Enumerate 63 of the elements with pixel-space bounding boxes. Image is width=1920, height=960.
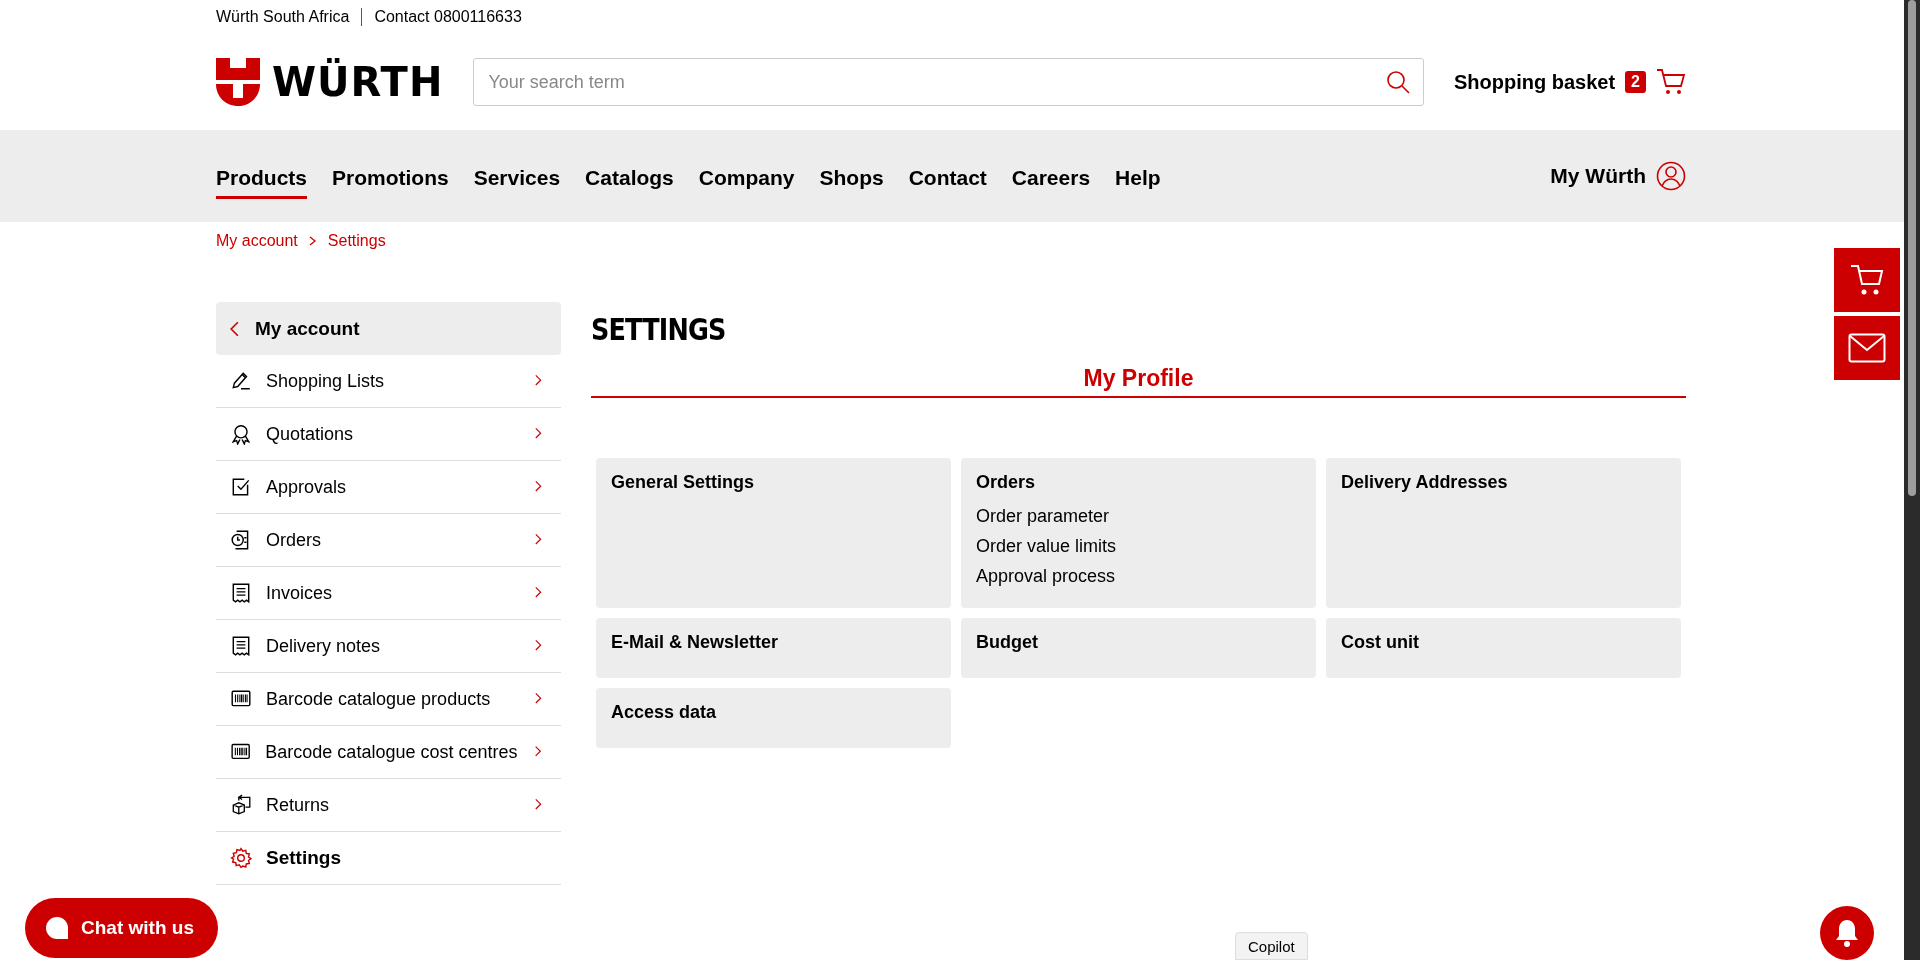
nav-tab[interactable]: Help [1115,159,1161,199]
copilot-tab[interactable]: Copilot [1235,932,1308,960]
breadcrumb-link[interactable]: Settings [327,232,386,250]
search-icon[interactable] [1385,70,1410,94]
pencil-icon [230,370,252,392]
card-link[interactable]: Order value limits [976,531,1301,561]
chevron-left-icon[interactable] [230,320,239,337]
card-title[interactable]: Access data [611,702,936,723]
sidebar-item[interactable]: Barcode catalogue products [216,673,561,726]
my-account-link[interactable]: My Würth [1550,164,1646,188]
receipt-icon [230,582,252,604]
nav-tab[interactable]: Services [473,159,561,199]
sidebar-item[interactable]: Invoices [216,567,561,620]
sidebar-item[interactable]: Orders [216,514,561,567]
sidebar-item[interactable]: Barcode catalogue cost centres [216,726,561,779]
nav-tab[interactable]: Promotions [332,159,449,199]
cart-icon [1849,263,1885,297]
nav-tab[interactable]: Contact [908,159,987,199]
rosette-icon [230,423,252,445]
sidebar-item[interactable]: Approvals [216,461,561,514]
card-title[interactable]: Budget [976,632,1301,653]
floating-mail-button[interactable] [1834,316,1900,380]
basket-count-badge: 2 [1625,71,1646,93]
nav-tab[interactable]: Company [698,159,795,199]
floating-cart-button[interactable] [1834,248,1900,312]
page-title: SETTINGS [591,312,727,347]
sidebar-item[interactable]: Delivery notes [216,620,561,673]
sidebar-item[interactable]: Returns [216,779,561,832]
receipt-icon [230,635,252,657]
bell-icon [1833,918,1861,948]
contact-phone: Contact 0800116633 [374,8,522,26]
logo-emblem-icon [216,58,260,106]
card-link[interactable]: Order parameter [976,501,1301,531]
card-title[interactable]: E-Mail & Newsletter [611,632,936,653]
company-name: Würth South Africa [216,8,350,26]
card-title[interactable]: Delivery Addresses [1341,472,1666,493]
nav-tab[interactable]: Careers [1011,159,1091,199]
sidebar-item[interactable]: Shopping Lists [216,355,561,408]
sidebar-item[interactable]: Quotations [216,408,561,461]
chat-button[interactable]: Chat with us [25,898,218,958]
cart-icon [1656,68,1686,96]
nav-tab[interactable]: Catalogs [585,159,674,199]
nav-tab[interactable]: Shops [819,159,884,199]
envelope-icon [1848,333,1886,363]
card-title[interactable]: Orders [976,472,1301,493]
notification-button[interactable] [1820,906,1874,960]
user-icon[interactable] [1656,161,1686,191]
search-field[interactable]: Your search term [473,58,1424,106]
breadcrumb-link[interactable]: My account [216,232,298,250]
back-to-account-button[interactable]: My account [216,302,561,355]
sidebar-item[interactable]: Settings [216,832,561,885]
chat-bubble-icon [45,916,69,940]
nav-tab[interactable]: Products [216,159,307,199]
card-link[interactable]: Approval process [976,561,1301,591]
card-title[interactable]: Cost unit [1341,632,1666,653]
profile-tab[interactable]: My Profile [591,365,1686,398]
shopping-basket-link[interactable]: Shopping basket 2 [1453,68,1686,96]
logo-wordmark[interactable]: WÜRTH [272,59,444,105]
checkbox-icon [230,476,252,498]
package-return-icon [230,794,252,816]
scrollbar[interactable] [1904,0,1920,960]
card-title[interactable]: General Settings [611,472,936,493]
settings-icon [230,847,252,869]
